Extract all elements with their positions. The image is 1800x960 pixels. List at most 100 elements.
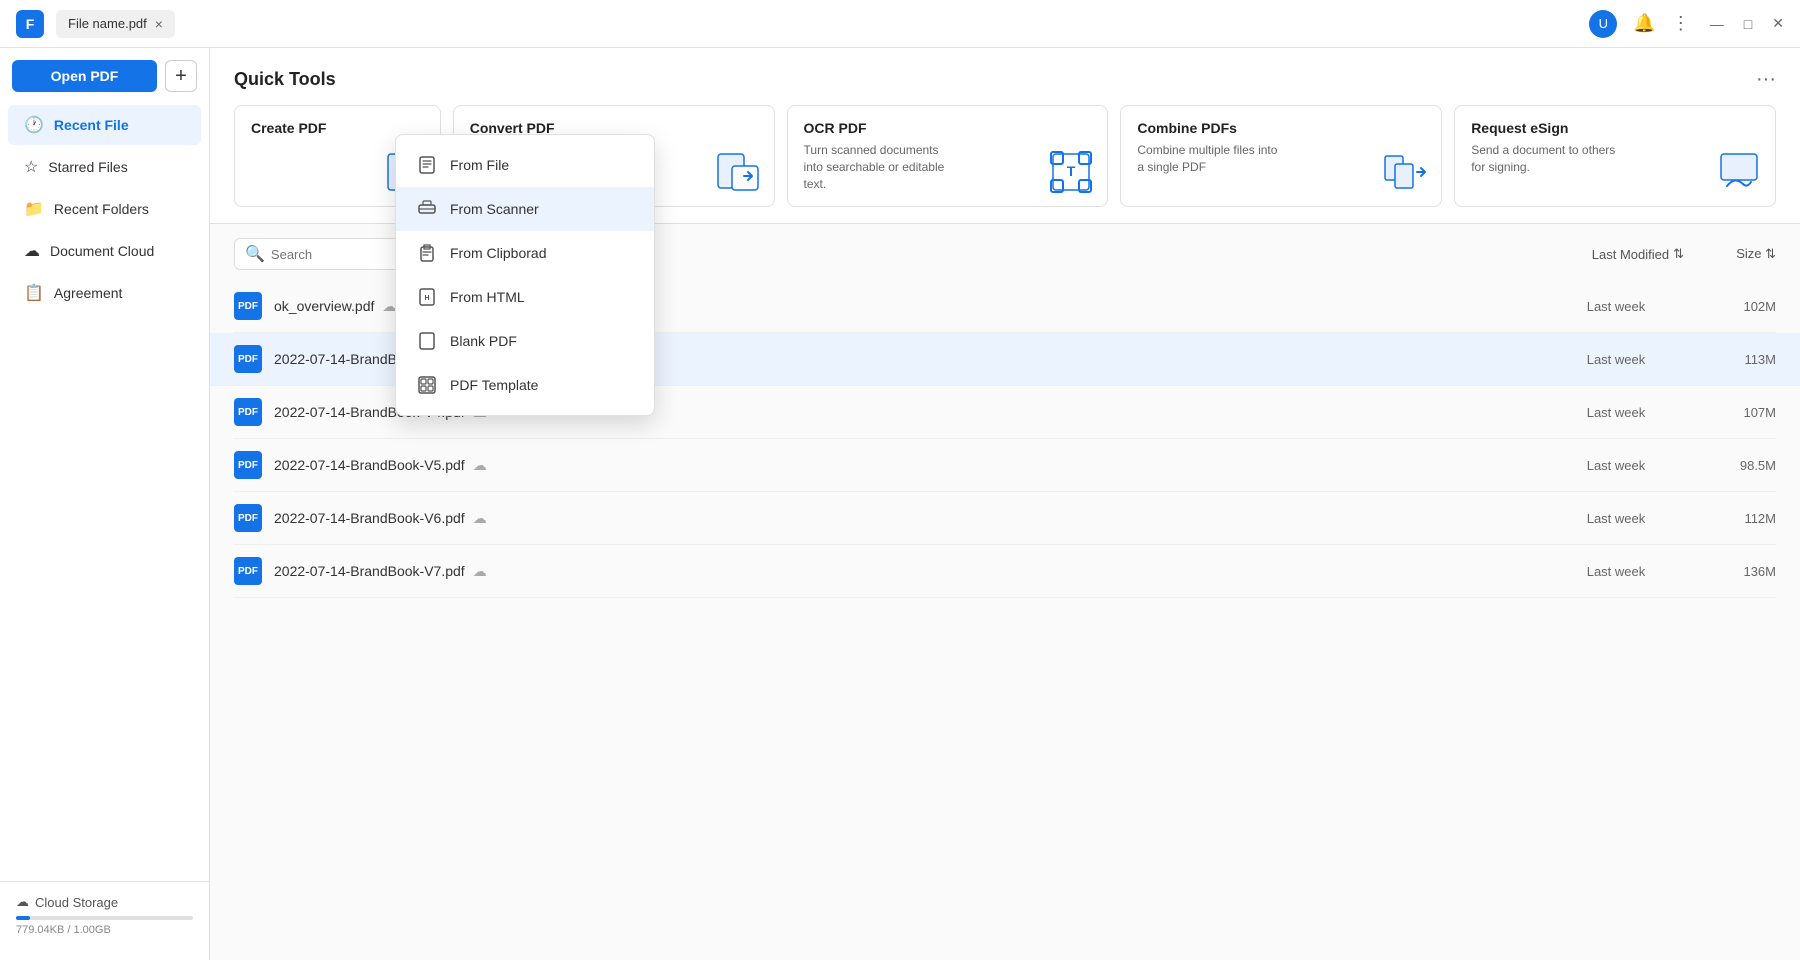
tool-card-combine-pdfs[interactable]: Combine PDFs Combine multiple files into…	[1120, 105, 1442, 207]
tab-close-button[interactable]: ×	[155, 16, 163, 32]
convert-pdf-icon	[714, 148, 762, 196]
cloud-sync-icon: ☁	[473, 510, 487, 527]
sidebar-item-label: Starred Files	[48, 159, 127, 175]
sidebar-top: Open PDF +	[0, 60, 209, 104]
cloud-storage-icon: ☁	[16, 894, 29, 910]
svg-text:H: H	[424, 295, 429, 302]
file-date: Last week	[1536, 458, 1696, 473]
dropdown-item-from-html[interactable]: H From HTML	[396, 275, 654, 319]
pdf-template-icon	[416, 374, 438, 396]
sidebar-item-starred-files[interactable]: ☆ Starred Files	[8, 147, 201, 187]
sidebar-item-recent-folders[interactable]: 📁 Recent Folders	[8, 189, 201, 229]
from-clipboard-icon	[416, 242, 438, 264]
combine-pdfs-icon	[1381, 148, 1429, 196]
sidebar-item-recent-file[interactable]: 🕐 Recent File	[8, 105, 201, 145]
esign-icon	[1715, 148, 1763, 196]
file-name: 2022-07-14-BrandBook-V7.pdf ☁	[274, 563, 1536, 580]
tool-card-title: OCR PDF	[804, 120, 1092, 136]
search-icon: 🔍	[245, 244, 265, 264]
dropdown-item-label: Blank PDF	[450, 333, 517, 349]
cloud-storage-label: ☁ Cloud Storage	[16, 894, 193, 910]
sidebar-item-document-cloud[interactable]: ☁ Document Cloud	[8, 231, 201, 271]
file-size: 102M	[1696, 299, 1776, 314]
quick-tools-title: Quick Tools	[234, 69, 336, 90]
recent-folders-icon: 📁	[24, 199, 44, 219]
size-sort-button[interactable]: Size ⇅	[1696, 246, 1776, 262]
from-file-icon	[416, 154, 438, 176]
app-tab[interactable]: File name.pdf ×	[56, 10, 175, 38]
sort-button[interactable]: Last Modified ⇅	[1592, 246, 1684, 262]
app-body: Open PDF + 🕐 Recent File ☆ Starred Files…	[0, 48, 1800, 960]
sidebar: Open PDF + 🕐 Recent File ☆ Starred Files…	[0, 48, 210, 960]
content-area: Quick Tools ··· Create PDF	[210, 48, 1800, 960]
file-row[interactable]: PDF 2022-07-14-BrandBook-V5.pdf ☁ Last w…	[234, 439, 1776, 492]
tool-card-title: Create PDF	[251, 120, 424, 136]
tool-card-desc: Send a document to others for signing.	[1471, 142, 1621, 176]
file-size: 113M	[1696, 352, 1776, 367]
titlebar-left: F File name.pdf ×	[16, 10, 175, 38]
sidebar-item-agreement[interactable]: 📋 Agreement	[8, 273, 201, 313]
sidebar-item-label: Document Cloud	[50, 243, 154, 259]
file-type-icon: PDF	[234, 504, 262, 532]
tool-card-ocr-pdf[interactable]: OCR PDF Turn scanned documents into sear…	[787, 105, 1109, 207]
dropdown-item-from-scanner[interactable]: From Scanner	[396, 187, 654, 231]
file-size: 98.5M	[1696, 458, 1776, 473]
dropdown-item-pdf-template[interactable]: PDF Template	[396, 363, 654, 407]
cloud-sync-icon: ☁	[473, 457, 487, 474]
quick-tools-more-button[interactable]: ···	[1756, 68, 1776, 91]
dropdown-item-label: PDF Template	[450, 377, 538, 393]
storage-bar-background	[16, 916, 193, 920]
tab-filename: File name.pdf	[68, 16, 147, 31]
sidebar-item-label: Recent Folders	[54, 201, 149, 217]
bell-icon[interactable]: 🔔	[1633, 13, 1655, 34]
file-row[interactable]: PDF 2022-07-14-BrandBook-V7.pdf ☁ Last w…	[234, 545, 1776, 598]
close-button[interactable]: ✕	[1772, 15, 1784, 32]
recent-file-icon: 🕐	[24, 115, 44, 135]
file-date: Last week	[1536, 405, 1696, 420]
tool-card-desc: Combine multiple files into a single PDF	[1137, 142, 1287, 176]
from-html-icon: H	[416, 286, 438, 308]
titlebar-right: U 🔔 ⋮ — □ ✕	[1589, 10, 1784, 38]
file-date: Last week	[1536, 352, 1696, 367]
more-options-icon[interactable]: ⋮	[1672, 13, 1690, 34]
maximize-button[interactable]: □	[1744, 16, 1752, 32]
dropdown-item-label: From Scanner	[450, 201, 539, 217]
ocr-pdf-icon: T	[1047, 148, 1095, 196]
dropdown-item-from-clipboard[interactable]: From Clipborad	[396, 231, 654, 275]
dropdown-menu: From File From Scanner From Clipborad H …	[395, 134, 655, 416]
sidebar-item-label: Recent File	[54, 117, 129, 133]
file-name: 2022-07-14-BrandBook-V5.pdf ☁	[274, 457, 1536, 474]
dropdown-item-blank-pdf[interactable]: Blank PDF	[396, 319, 654, 363]
file-type-icon: PDF	[234, 345, 262, 373]
avatar[interactable]: U	[1589, 10, 1617, 38]
tool-card-title: Request eSign	[1471, 120, 1759, 136]
open-pdf-button[interactable]: Open PDF	[12, 60, 157, 92]
dropdown-item-from-file[interactable]: From File	[396, 143, 654, 187]
file-name: 2022-07-14-BrandBook-V6.pdf ☁	[274, 510, 1536, 527]
quick-tools-header: Quick Tools ···	[234, 68, 1776, 91]
app-icon: F	[16, 10, 44, 38]
file-type-icon: PDF	[234, 557, 262, 585]
dropdown-item-label: From File	[450, 157, 509, 173]
dropdown-item-label: From Clipborad	[450, 245, 546, 261]
file-type-icon: PDF	[234, 398, 262, 426]
file-date: Last week	[1536, 564, 1696, 579]
cloud-sync-icon: ☁	[473, 563, 487, 580]
file-size: 112M	[1696, 511, 1776, 526]
file-size: 136M	[1696, 564, 1776, 579]
tool-card-title: Combine PDFs	[1137, 120, 1425, 136]
storage-bar-fill	[16, 916, 30, 920]
file-date: Last week	[1536, 299, 1696, 314]
file-type-icon: PDF	[234, 292, 262, 320]
tool-card-request-esign[interactable]: Request eSign Send a document to others …	[1454, 105, 1776, 207]
add-button[interactable]: +	[165, 60, 197, 92]
blank-pdf-icon	[416, 330, 438, 352]
file-row[interactable]: PDF 2022-07-14-BrandBook-V6.pdf ☁ Last w…	[234, 492, 1776, 545]
document-cloud-icon: ☁	[24, 241, 40, 261]
storage-text: 779.04KB / 1.00GB	[16, 924, 193, 936]
file-size: 107M	[1696, 405, 1776, 420]
dropdown-item-label: From HTML	[450, 289, 525, 305]
from-scanner-icon	[416, 198, 438, 220]
minimize-button[interactable]: —	[1710, 16, 1724, 32]
starred-files-icon: ☆	[24, 157, 38, 177]
